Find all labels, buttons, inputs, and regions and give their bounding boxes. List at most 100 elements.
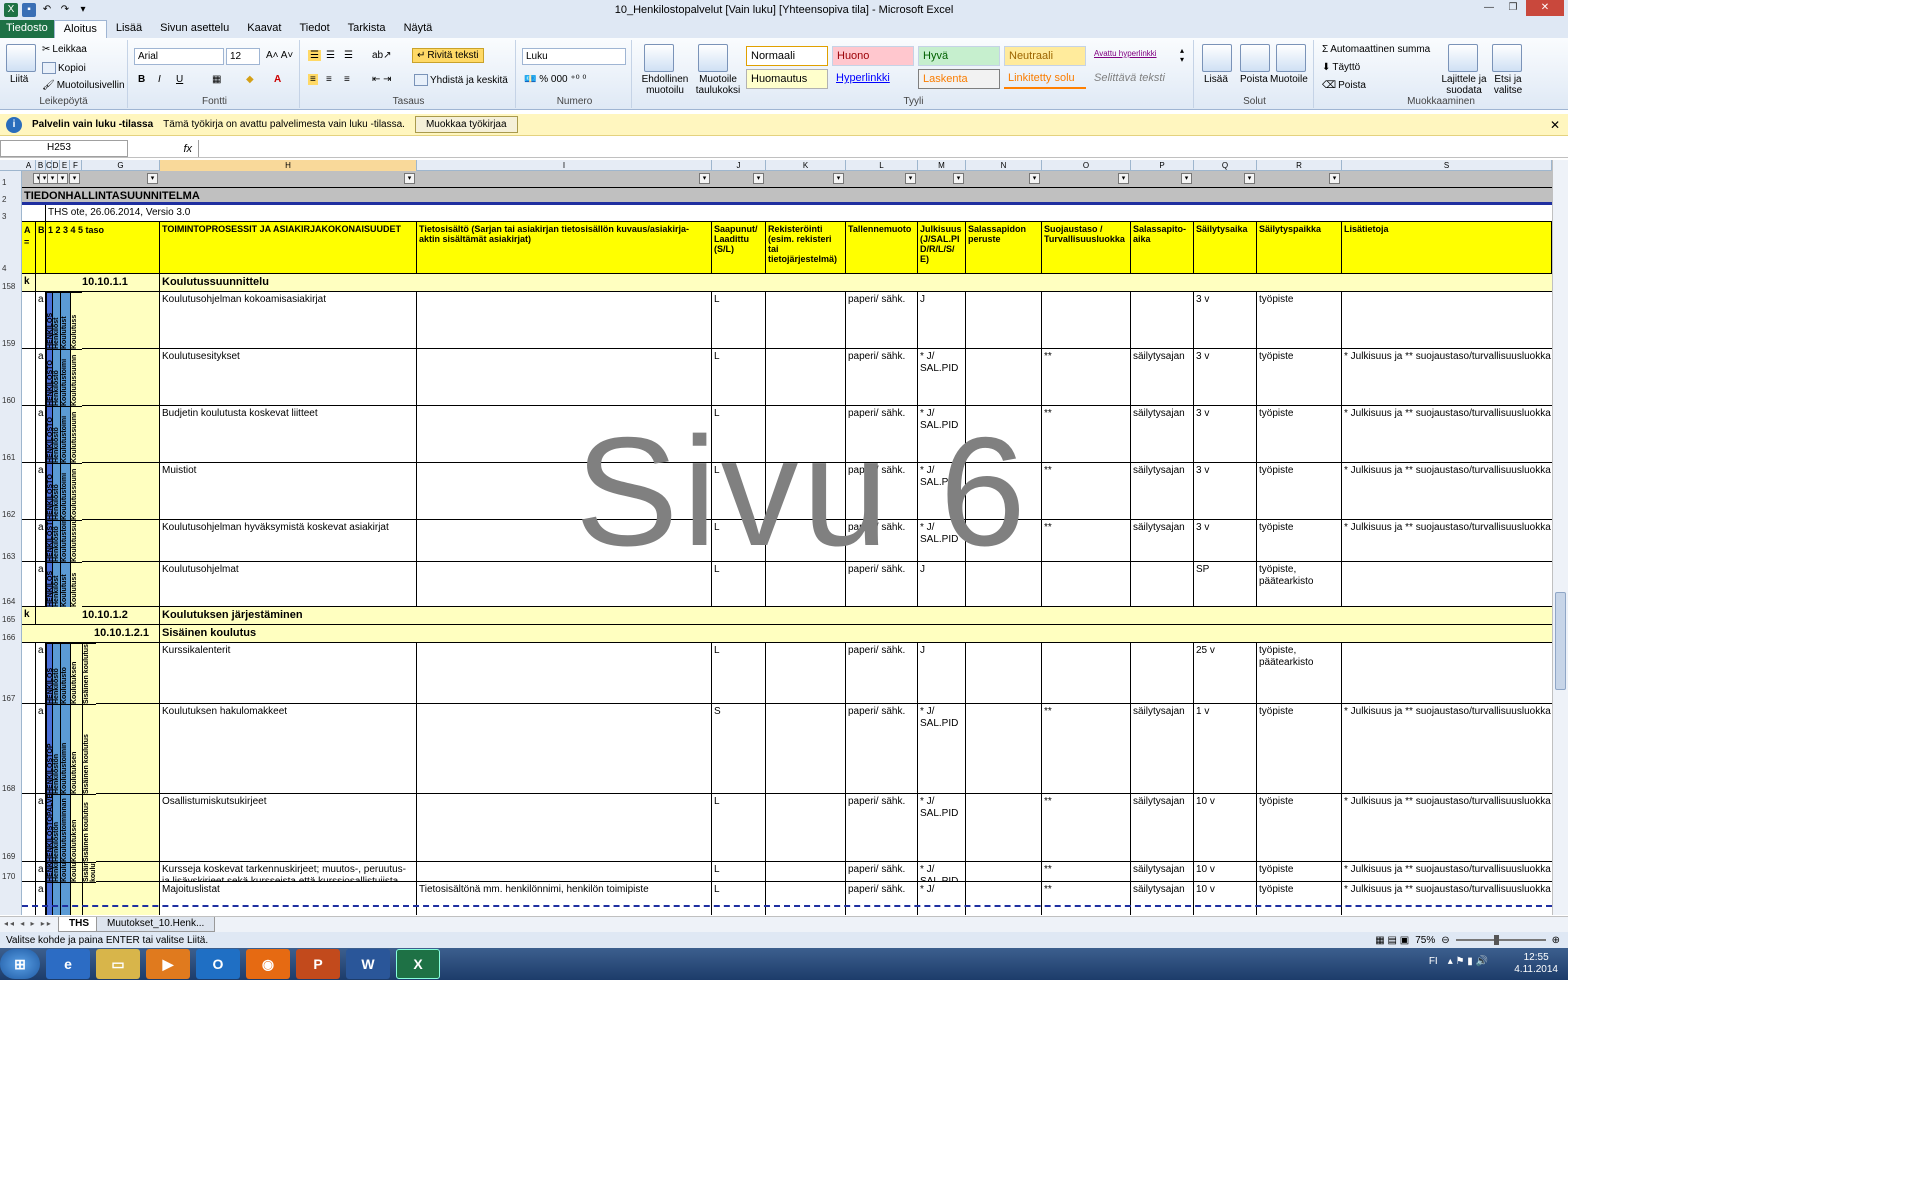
row-header[interactable]: 159 — [0, 292, 22, 349]
align-middle-icon[interactable]: ☰ — [326, 50, 335, 61]
cell-l[interactable]: paperi/ sähk. — [846, 794, 918, 862]
language-indicator[interactable]: FI — [1429, 956, 1438, 967]
header-b[interactable]: B — [36, 222, 46, 274]
section-marker[interactable]: k — [22, 607, 36, 625]
font-name-select[interactable]: Arial — [134, 48, 224, 65]
column-header-b[interactable]: B — [36, 160, 46, 171]
row-a-cell[interactable] — [22, 406, 36, 463]
cell-o[interactable]: ** — [1042, 862, 1131, 882]
cell-r[interactable]: työpiste — [1257, 463, 1342, 520]
row-a-cell[interactable] — [22, 704, 36, 794]
sort-filter-icon[interactable] — [1448, 44, 1478, 72]
filter-dropdown-icon[interactable]: ▾ — [1329, 173, 1340, 184]
cell-n[interactable] — [966, 406, 1042, 463]
align-bottom-icon[interactable]: ☰ — [344, 50, 353, 61]
cell-h[interactable]: Koulutusohjelman kokoamisasiakirjat — [160, 292, 417, 349]
cell-m[interactable]: J — [918, 292, 966, 349]
align-left-icon[interactable]: ≡ — [308, 74, 318, 85]
cell-k[interactable] — [766, 794, 846, 862]
clear-button[interactable]: ⌫ Poista — [1322, 80, 1366, 91]
cell-s[interactable]: * Julkisuus ja ** suojaustaso/turvallisu… — [1342, 349, 1552, 406]
cell-k[interactable] — [766, 463, 846, 520]
cell-p[interactable] — [1131, 292, 1194, 349]
cell-n[interactable] — [966, 463, 1042, 520]
close-icon[interactable]: ✕ — [1550, 118, 1560, 132]
row-header[interactable]: 4 — [0, 222, 22, 274]
filter-row[interactable]: ▾▾▾▾▾▾▾▾▾▾▾▾▾▾▾▾▾ — [22, 171, 1552, 188]
excel-taskbar-icon[interactable]: X — [396, 949, 440, 979]
autosum-button[interactable]: Σ Automaattinen summa — [1322, 44, 1430, 55]
style-bad[interactable]: Huono — [832, 46, 914, 66]
redo-icon[interactable]: ↷ — [58, 3, 72, 17]
cell-j[interactable]: L — [712, 520, 766, 562]
cell-r[interactable]: työpiste — [1257, 794, 1342, 862]
sheet-tab-muutokset[interactable]: Muutokset_10.Henk... — [96, 917, 216, 932]
merge-center-button[interactable]: Yhdistä ja keskitä — [414, 74, 508, 86]
filter-dropdown-icon[interactable]: ▾ — [905, 173, 916, 184]
conditional-format-icon[interactable] — [644, 44, 674, 72]
cell-p[interactable]: säilytysajan — [1131, 862, 1194, 882]
section-title[interactable]: Koulutuksen järjestäminen — [160, 607, 1552, 625]
cell-r[interactable]: työpiste — [1257, 406, 1342, 463]
column-header-a[interactable]: A — [22, 160, 36, 171]
cell-m[interactable]: * J/ SAL.PID — [918, 406, 966, 463]
filter-dropdown-icon[interactable]: ▾ — [404, 173, 415, 184]
row-a-cell[interactable] — [22, 463, 36, 520]
header-p[interactable]: Salassapito-aika — [1131, 222, 1194, 274]
style-good[interactable]: Hyvä — [918, 46, 1000, 66]
sheet-subtitle[interactable]: THS ote, 26.06.2014, Versio 3.0 — [46, 205, 1552, 222]
header-s[interactable]: Lisätietoja — [1342, 222, 1552, 274]
style-explanatory[interactable]: Selittävä teksti — [1090, 69, 1172, 89]
border-icon[interactable]: ▦ — [212, 74, 221, 85]
section-marker[interactable]: k — [22, 274, 36, 292]
cell-r[interactable]: työpiste — [1257, 862, 1342, 882]
cell-j[interactable]: L — [712, 463, 766, 520]
column-header-o[interactable]: O — [1042, 160, 1131, 171]
row-a-cell[interactable] — [22, 349, 36, 406]
filter-dropdown-icon[interactable]: ▾ — [1118, 173, 1129, 184]
row-a-cell[interactable] — [22, 643, 36, 704]
header-k[interactable]: Rekisteröinti (esim. rekisteri tai tieto… — [766, 222, 846, 274]
row-a-cell[interactable] — [22, 882, 36, 915]
style-followed-hyperlink[interactable]: Avattu hyperlinkki — [1090, 46, 1172, 66]
cell-n[interactable] — [966, 794, 1042, 862]
cell-m[interactable]: * J/ SAL.PID — [918, 862, 966, 882]
fill-button[interactable]: ⬇ Täyttö — [1322, 62, 1360, 73]
zoom-slider[interactable] — [1455, 935, 1546, 945]
cell-p[interactable]: säilytysajan — [1131, 349, 1194, 406]
cell-s[interactable]: * Julkisuus ja ** suojaustaso/turvallisu… — [1342, 882, 1552, 915]
tab-data[interactable]: Tiedot — [290, 20, 338, 38]
zoom-slider-knob[interactable] — [1493, 935, 1499, 945]
column-header-n[interactable]: N — [966, 160, 1042, 171]
filter-dropdown-icon[interactable]: ▾ — [833, 173, 844, 184]
cell-l[interactable]: paperi/ sähk. — [846, 349, 918, 406]
filter-dropdown-icon[interactable]: ▾ — [147, 173, 158, 184]
formula-input[interactable] — [198, 140, 1568, 157]
row-a-cell[interactable] — [22, 794, 36, 862]
cell-p[interactable]: säilytysajan — [1131, 882, 1194, 915]
find-select-button[interactable]: Etsi ja valitse — [1488, 74, 1528, 96]
level-5-cell[interactable] — [96, 794, 160, 862]
paste-button[interactable]: Liitä — [10, 74, 28, 85]
cell-k[interactable] — [766, 520, 846, 562]
ie-icon[interactable]: e — [46, 949, 90, 979]
cell-q[interactable]: 10 v — [1194, 882, 1257, 915]
cell-p[interactable]: säilytysajan — [1131, 406, 1194, 463]
find-select-icon[interactable] — [1492, 44, 1522, 72]
font-grow-icon[interactable]: A˄ A˅ — [266, 50, 293, 61]
row-header[interactable]: 167 — [0, 643, 22, 704]
header-n[interactable]: Salassapidon peruste — [966, 222, 1042, 274]
cell-i[interactable] — [417, 520, 712, 562]
cell-o[interactable]: ** — [1042, 463, 1131, 520]
align-top-icon[interactable]: ☰ — [308, 50, 321, 61]
cell-j[interactable]: S — [712, 704, 766, 794]
cell-s[interactable] — [1342, 292, 1552, 349]
cell-q[interactable]: 1 v — [1194, 704, 1257, 794]
level-5-cell[interactable] — [82, 292, 160, 349]
level-5-cell[interactable] — [82, 520, 160, 562]
column-header-g[interactable]: G — [82, 160, 160, 171]
header-a[interactable]: A = — [22, 222, 36, 274]
format-painter-button[interactable]: 🖌 Muotoilusivellin — [42, 80, 125, 91]
column-header-i[interactable]: I — [417, 160, 712, 171]
cell-i[interactable] — [417, 704, 712, 794]
